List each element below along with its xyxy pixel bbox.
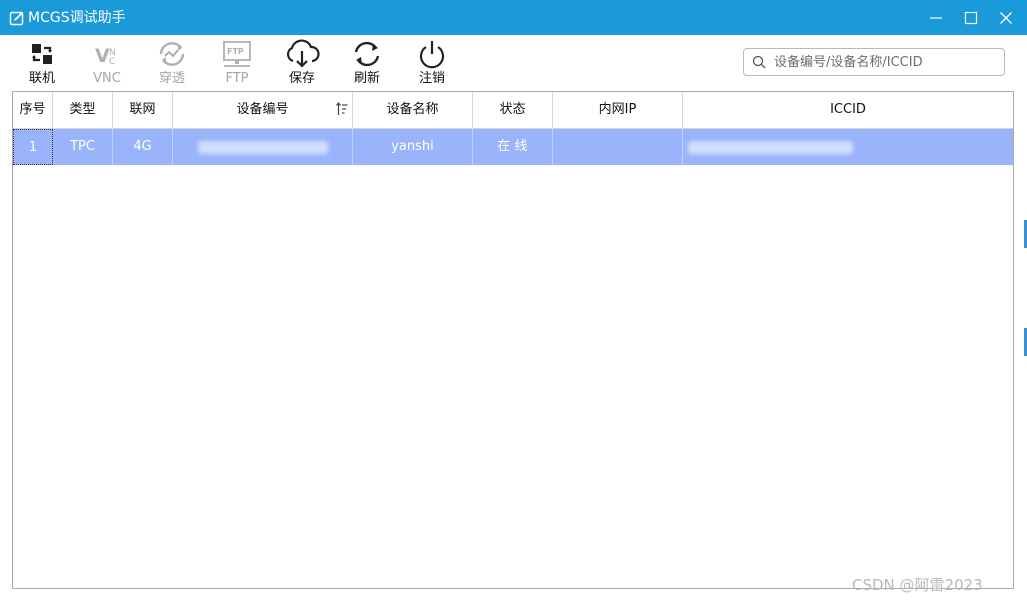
ftp-icon: FTP: [223, 41, 251, 67]
logout-label: 注销: [418, 71, 445, 86]
table-header: 序号 类型 联网 设备编号 设备名称 状态 内网IP ICCID: [13, 92, 1013, 129]
vnc-icon: V N C: [95, 45, 116, 67]
close-icon: [1000, 12, 1012, 24]
device-table[interactable]: 序号 类型 联网 设备编号 设备名称 状态 内网IP ICCID 1 TPC 4: [12, 91, 1014, 589]
power-icon: [419, 41, 445, 69]
redacted-iccid: [688, 141, 853, 154]
cell-lan-ip[interactable]: [553, 129, 683, 165]
close-button[interactable]: [994, 6, 1018, 30]
vnc-label: VNC: [93, 71, 121, 86]
column-header-type[interactable]: 类型: [53, 92, 113, 128]
refresh-icon: [354, 41, 380, 67]
save-button[interactable]: 保存: [277, 39, 327, 89]
search-box[interactable]: [743, 48, 1005, 76]
penetrate-button[interactable]: 穿透: [147, 39, 197, 89]
app-window: MCGS调试助手 联机 V N C VNC 穿透 FTP FTP 保存 刷新 注…: [0, 0, 1027, 602]
sort-icon[interactable]: [336, 102, 348, 116]
column-header-lan-ip[interactable]: 内网IP: [553, 92, 683, 128]
minimize-icon: [930, 17, 942, 19]
cell-type[interactable]: TPC: [53, 129, 113, 165]
ftp-button[interactable]: FTP FTP: [212, 39, 262, 89]
cell-status[interactable]: 在 线: [473, 129, 553, 165]
column-header-device-name[interactable]: 设备名称: [353, 92, 473, 128]
ftp-label: FTP: [225, 71, 249, 86]
cell-device-name[interactable]: yanshi: [353, 129, 473, 165]
cell-index[interactable]: 1: [13, 129, 53, 165]
connect-button[interactable]: 联机: [17, 39, 67, 89]
window-title: MCGS调试助手: [28, 10, 126, 26]
vnc-button[interactable]: V N C VNC: [82, 39, 132, 89]
column-header-status[interactable]: 状态: [473, 92, 553, 128]
watermark: CSDN @阿雷2023: [852, 576, 983, 594]
maximize-button[interactable]: [959, 6, 983, 30]
cloud-download-icon: [286, 39, 320, 68]
redacted-device-id: [198, 141, 328, 154]
cell-iccid[interactable]: [683, 129, 1013, 165]
app-logo-icon: [9, 11, 24, 26]
column-header-network[interactable]: 联网: [113, 92, 173, 128]
table-row[interactable]: 1 TPC 4G yanshi 在 线: [13, 129, 1013, 165]
cell-device-id[interactable]: [173, 129, 353, 165]
column-header-index[interactable]: 序号: [13, 92, 53, 128]
connect-label: 联机: [28, 71, 55, 86]
refresh-button[interactable]: 刷新: [342, 39, 392, 89]
title-bar[interactable]: MCGS调试助手: [0, 0, 1027, 35]
refresh-label: 刷新: [353, 71, 380, 86]
search-input[interactable]: [774, 52, 999, 72]
save-label: 保存: [288, 71, 315, 86]
svg-text:C: C: [109, 57, 115, 67]
column-header-device-id-label: 设备编号: [236, 102, 289, 117]
column-header-device-id[interactable]: 设备编号: [173, 92, 353, 128]
penetrate-label: 穿透: [158, 71, 185, 86]
penetrate-icon: [159, 42, 185, 66]
minimize-button[interactable]: [924, 6, 948, 30]
search-icon: [752, 55, 766, 69]
svg-text:V: V: [95, 45, 110, 67]
column-header-iccid[interactable]: ICCID: [683, 92, 1013, 128]
logout-button[interactable]: 注销: [407, 39, 457, 89]
svg-text:FTP: FTP: [227, 47, 244, 56]
maximize-icon: [964, 11, 978, 25]
link-icon: [32, 44, 52, 64]
cell-network[interactable]: 4G: [113, 129, 173, 165]
